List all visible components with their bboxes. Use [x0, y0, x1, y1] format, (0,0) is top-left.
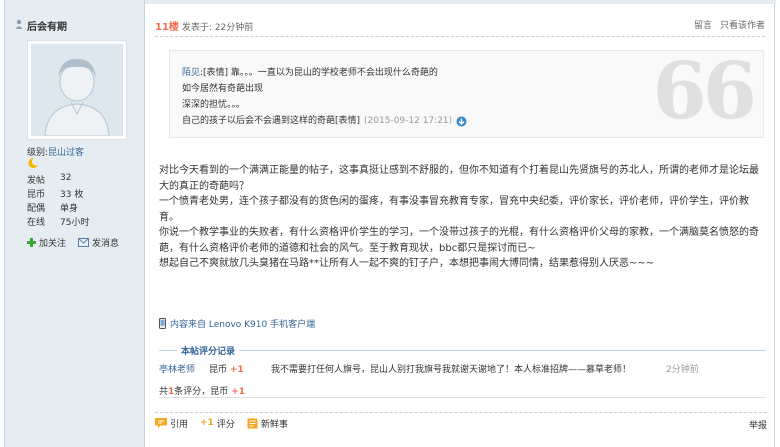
user-stats: 发帖 32 昆币 33 枚 配偶 单身 在线 75小时 [27, 173, 137, 229]
quote-line: :[表情] 靠。。。一直以为昆山的学校老师不会出现什么奇葩的 [200, 68, 438, 78]
phone-icon [159, 318, 166, 329]
news-button[interactable]: 新鲜事 [247, 417, 288, 430]
quote-button[interactable]: 引用 [155, 417, 188, 430]
rate-plus-label: +1 [200, 418, 214, 428]
rating-total[interactable]: 共1条评分，昆币 +1 [159, 384, 245, 397]
moon-icon [28, 157, 38, 168]
news-icon [247, 418, 258, 428]
follow-button[interactable]: 加关注 [27, 236, 66, 249]
stat-row: 在线 75小时 [27, 218, 90, 228]
post-container: 后会有期 级别:昆山过客 发帖32 昆币33 枚 配偶单身 在线75小时 [4, 0, 776, 447]
stat-row: 发帖 32 [27, 173, 72, 186]
rating-row: 亭林老师 昆币 +1 我不需要打任何人旗号，昆山人别打我旗号我就谢天谢地了！本人… [159, 362, 766, 376]
rating-title: 本帖评分记录 [177, 344, 240, 357]
quote-mark-icon: 66 [652, 46, 757, 137]
rating-amount: 昆币 +1 [209, 365, 244, 375]
body-paragraph: 对比今天看到的一个满满正能量的帖子，这事真挺让感到不舒服的，但你不知道有个打着昆… [159, 165, 759, 192]
post-body: 对比今天看到的一个满满正能量的帖子，这事真挺让感到不舒服的，但你不知道有个打着昆… [159, 163, 759, 272]
plus-icon [27, 238, 36, 247]
stat-row: 配偶 单身 [27, 204, 79, 214]
body-paragraph: 想起自己不爽就放几头臭猪在马路**让所有人一起不爽的钉子户，本想把事闹大博同情，… [159, 258, 655, 269]
body-paragraph: 你说一个教学事业的失败者，有什么资格评价学生的学习，一个没带过孩子的光棍，有什么… [159, 227, 759, 254]
client-source[interactable]: 内容来自 Lenovo K910 手机客户端 [159, 317, 315, 330]
quote-line: 自己的孩子以后会不会遇到这样的奇葩[表情] [182, 116, 361, 126]
rating-box: 本帖评分记录 亭林老师 昆币 +1 我不需要打任何人旗号，昆山人别打我旗号我就谢… [159, 344, 766, 398]
divider [155, 36, 765, 37]
quote-block: 陌见:[表情] 靠。。。一直以为昆山的学校老师不会出现什么奇葩的 如今居然有奇葩… [169, 50, 764, 138]
rate-button[interactable]: +1 评分 [200, 417, 235, 430]
post-main: 11楼 发表于: 22分钟前 留言 只看该作者 陌见:[表情] 靠。。。一直以为昆山… [145, 0, 776, 447]
username[interactable]: 后会有期 [27, 18, 67, 33]
post-header: 11楼 发表于: 22分钟前 留言 只看该作者 [155, 18, 765, 34]
rating-time: 2分钟前 [666, 365, 699, 375]
user-sidebar: 后会有期 级别:昆山过客 发帖32 昆币33 枚 配偶单身 在线75小时 [5, 0, 145, 447]
quote-author[interactable]: 陌见 [182, 68, 200, 78]
quote-date: (2015-09-12 17:21) [364, 116, 453, 126]
only-author-link[interactable]: 只看该作者 [720, 21, 765, 31]
level-link[interactable]: 昆山过客 [48, 148, 84, 158]
user-icon [15, 19, 23, 29]
body-paragraph: 一个愤青老处男，连个孩子都没有的货色闲的蛋疼，有事没事冒充教育专家，冒充中央纪委… [159, 196, 749, 223]
quote-line: 深深的担忧。。。 [182, 100, 246, 110]
post-time: 发表于: 22分钟前 [181, 23, 254, 33]
post-actions: 引用 +1 评分 新鲜事 举报 [155, 412, 767, 431]
avatar[interactable] [27, 40, 127, 140]
user-actions: 加关注 发消息 [27, 236, 119, 249]
rating-reason: 我不需要打任何人旗号，昆山人别打我旗号我就谢天谢地了！本人标准招牌——慕草老师！ [271, 365, 632, 375]
jump-to-quote-icon[interactable] [456, 116, 467, 127]
quote-line: 如今居然有奇葩出现 [182, 84, 264, 94]
quote-icon [155, 418, 167, 428]
report-link[interactable]: 举报 [749, 418, 767, 431]
floor-number[interactable]: 11楼 [155, 22, 179, 33]
message-button[interactable]: 发消息 [78, 236, 119, 249]
envelope-icon [78, 238, 90, 247]
stat-row: 昆币 33 枚 [27, 190, 84, 200]
reply-link[interactable]: 留言 [694, 21, 712, 31]
rating-user[interactable]: 亭林老师 [159, 362, 209, 376]
